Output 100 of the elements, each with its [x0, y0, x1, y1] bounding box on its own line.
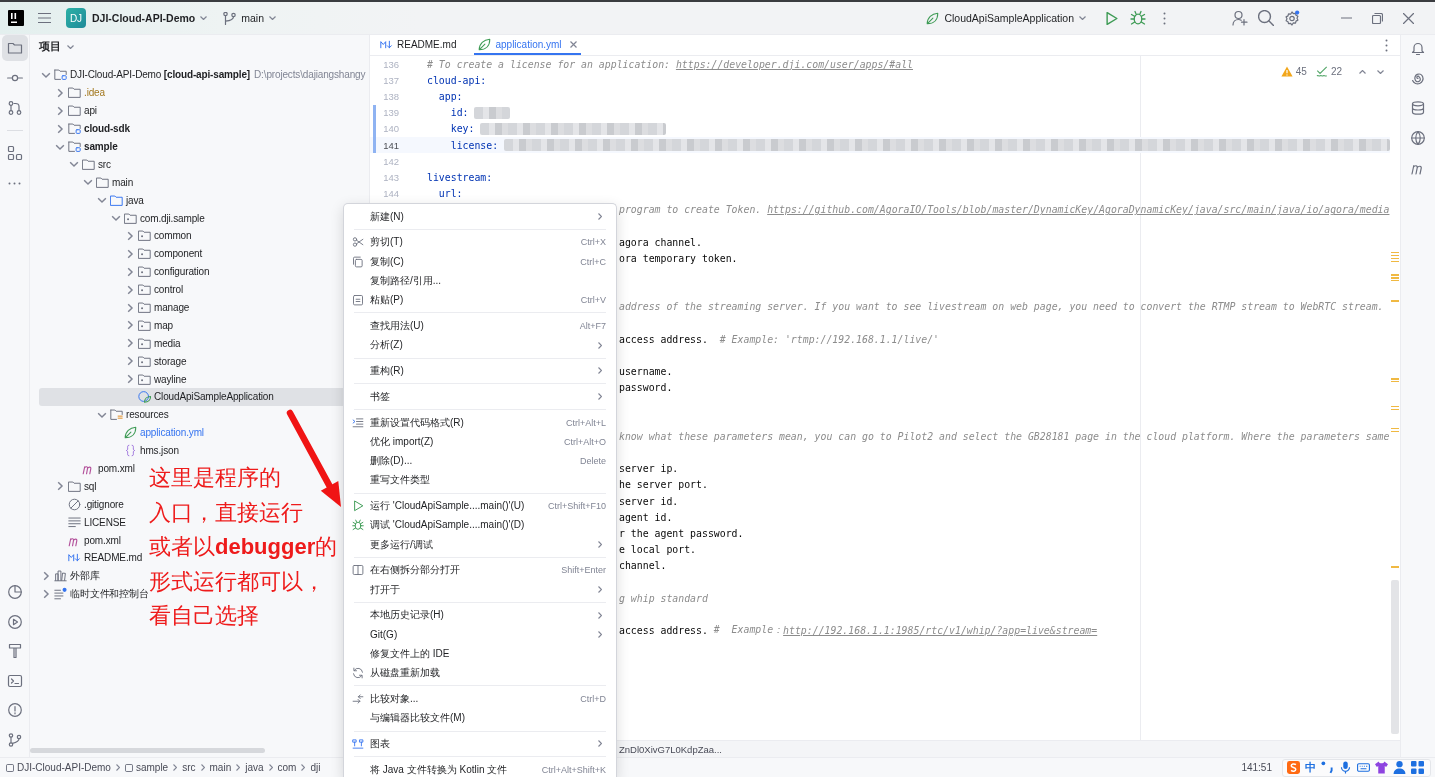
menu-item[interactable]: 删除(D)... Delete [344, 451, 616, 471]
tree-item[interactable]: pom.xml [39, 459, 135, 478]
app-logo-icon[interactable] [8, 10, 24, 26]
menu-item[interactable]: 更多运行/调试 [344, 534, 616, 555]
editor-tab[interactable]: README.md [376, 35, 461, 55]
warning-count[interactable]: 45 [1295, 66, 1307, 77]
tree-item[interactable]: common [39, 227, 192, 245]
breadcrumb-item[interactable]: ZnDl0XivG7L0KdpZaa... [619, 743, 722, 755]
error-stripe-mark[interactable] [1391, 300, 1399, 303]
error-stripe-mark[interactable] [1391, 566, 1399, 569]
tree-item[interactable]: sample [39, 137, 118, 156]
tree-item[interactable]: pom.xml [39, 531, 121, 550]
menu-item[interactable]: 剪切(T) Ctrl+X [344, 232, 616, 253]
menu-item[interactable]: 重新设置代码格式(R) Ctrl+Alt+L [344, 413, 616, 433]
code-link[interactable]: https://developer.dji.com/user/apps/#all [675, 58, 913, 70]
tree-item[interactable]: control [39, 280, 183, 299]
minimize-icon [1341, 17, 1352, 19]
tree-item[interactable]: hms.json [39, 441, 179, 460]
tree-item[interactable]: configuration [39, 262, 210, 281]
tree-item[interactable]: map [39, 316, 173, 335]
microphone-icon[interactable] [1339, 761, 1352, 774]
tree-item[interactable]: LICENSE [39, 513, 126, 532]
close-icon[interactable] [569, 40, 577, 48]
chevron-down-icon[interactable] [1377, 69, 1384, 74]
menu-item[interactable]: 重写文件类型 [344, 470, 616, 490]
run-configuration-selector[interactable]: CloudApiSampleApplication [920, 5, 1092, 31]
tree-item[interactable]: 临时文件和控制台 [39, 584, 149, 603]
breadcrumb-item[interactable]: DJI-Cloud-API-Demo [6, 762, 111, 773]
menu-item[interactable]: 分析(Z) [344, 335, 616, 355]
package-icon [138, 318, 151, 332]
scrollbar-thumb[interactable] [1391, 580, 1399, 734]
error-stripe-mark[interactable] [1391, 274, 1399, 282]
project-view-selector[interactable]: 项目 [39, 40, 74, 54]
code-link[interactable]: http://192.168.1.1:1985/rtc/v1/whip/?app=live&stream= [783, 625, 1098, 637]
menu-item[interactable]: 新建(N) [344, 207, 616, 227]
branch-selector[interactable]: main [217, 5, 282, 31]
menu-item[interactable]: 在右侧拆分部分打开 Shift+Enter [344, 560, 616, 580]
grid-icon[interactable] [1411, 761, 1424, 774]
menu-item[interactable]: 优化 import(Z) Ctrl+Alt+O [344, 432, 616, 452]
text-lines-icon [68, 515, 81, 529]
menu-item[interactable]: 比较对象... Ctrl+D [344, 689, 616, 709]
tool-window-button[interactable] [1, 35, 28, 61]
tree-item[interactable]: src [39, 155, 111, 174]
menu-item[interactable]: 从磁盘重新加载 [344, 663, 616, 683]
tree-item[interactable]: java [39, 191, 144, 210]
weak-warning-count[interactable]: 22 [1330, 66, 1342, 77]
tree-item[interactable]: component [39, 244, 203, 263]
tree-item[interactable]: application.yml [39, 423, 204, 442]
tree-item[interactable]: main [39, 173, 134, 192]
menu-item[interactable]: 与编辑器比较文件(M) [344, 708, 616, 728]
menu-item[interactable]: 复制路径/引用... [344, 271, 616, 291]
breadcrumb-item[interactable]: com [277, 762, 297, 773]
error-stripe-mark[interactable] [1391, 428, 1399, 432]
breadcrumb-item[interactable]: dji [310, 762, 321, 773]
input-method-logo-icon[interactable] [1287, 761, 1300, 774]
menu-item[interactable]: 本地历史记录(H) [344, 605, 616, 626]
menu-item[interactable]: 运行 'CloudApiSample....main()'(U) Ctrl+Shift+F10 [344, 496, 616, 516]
chevron-up-icon[interactable] [1359, 69, 1366, 74]
input-mode-toggle[interactable]: 中 [1305, 760, 1316, 775]
menu-item[interactable]: 修复文件上的 IDE [344, 644, 616, 664]
menu-item[interactable]: 调试 'CloudApiSample....main()'(D) [344, 515, 616, 535]
breadcrumb-item[interactable]: src [182, 762, 196, 773]
menu-item[interactable]: 查找用法(U) Alt+F7 [344, 316, 616, 336]
code-link[interactable]: https://github.com/AgoraIO/Tools/blob/master/DynamicKey/AgoraDynamicKey/java/src/main/java/io/agora/media [767, 204, 1390, 216]
tree-item[interactable]: sql [39, 477, 97, 496]
keyboard-icon[interactable] [1357, 761, 1370, 774]
breadcrumb-item[interactable]: java [245, 762, 264, 773]
tree-item[interactable]: .idea [39, 83, 105, 102]
tree-item[interactable]: media [39, 334, 181, 353]
tree-item[interactable]: api [39, 101, 97, 120]
menu-item[interactable]: 图表 [344, 734, 616, 754]
scrollbar-thumb[interactable] [30, 748, 265, 753]
tree-item[interactable]: storage [39, 352, 187, 371]
tree-item[interactable]: .gitignore [39, 495, 124, 514]
tree-item[interactable]: resources [39, 405, 169, 424]
punctuation-icon[interactable] [1321, 761, 1334, 774]
tree-item[interactable]: wayline [39, 370, 187, 389]
shirt-icon[interactable] [1375, 761, 1388, 774]
tree-item[interactable]: 外部库 [39, 566, 100, 585]
menu-item[interactable]: 重构(R) [344, 361, 616, 381]
error-stripe-mark[interactable] [1391, 406, 1399, 412]
breadcrumb-item[interactable]: sample [124, 762, 169, 773]
error-stripe-mark[interactable] [1391, 252, 1399, 262]
breadcrumb-item[interactable]: main [209, 762, 232, 773]
scratch-file-icon [54, 587, 67, 601]
error-stripe-mark[interactable] [1391, 378, 1399, 382]
editor-tab[interactable]: application.yml [474, 35, 581, 55]
tree-item[interactable]: README.md [39, 549, 143, 567]
menu-item[interactable]: Git(G) [344, 625, 616, 645]
tree-item[interactable]: com.dji.sample [39, 209, 205, 227]
tree-item[interactable]: cloud-sdk [39, 119, 130, 138]
menu-item[interactable]: 打开于 [344, 580, 616, 600]
caret-position[interactable]: 141:51 [1241, 762, 1272, 773]
project-selector[interactable]: DJ DJI-Cloud-API-Demo [60, 5, 214, 31]
menu-item[interactable]: 将 Java 文件转换为 Kotlin 文件 Ctrl+Alt+Shift+K [344, 760, 616, 777]
tree-item[interactable]: manage [39, 298, 190, 317]
menu-item[interactable]: 复制(C) Ctrl+C [344, 252, 616, 272]
menu-item[interactable]: 粘贴(P) Ctrl+V [344, 290, 616, 310]
user-icon[interactable] [1393, 761, 1406, 774]
tree-item[interactable]: DJI-Cloud-API-Demo [cloud-api-sample] D:\projects\dajiangshangy [39, 66, 366, 84]
